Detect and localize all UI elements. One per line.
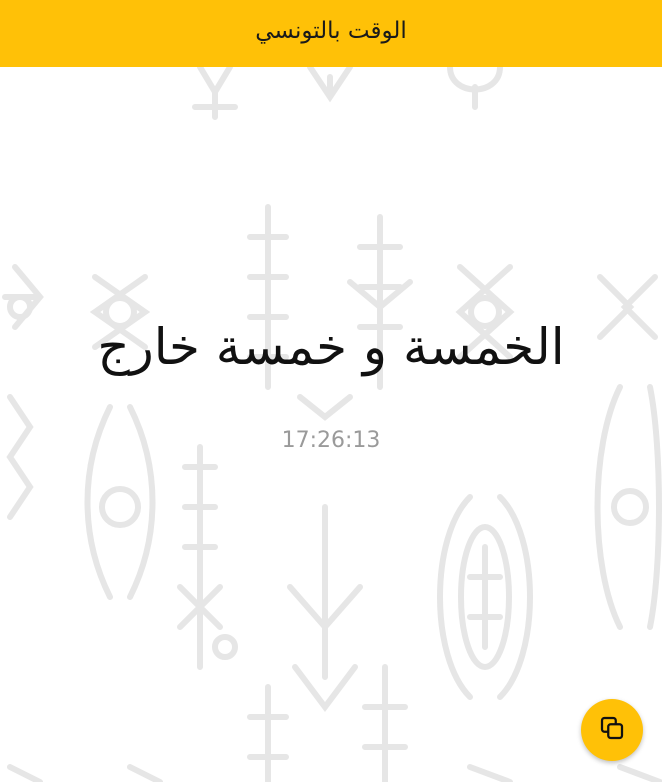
app-title: الوقت بالتونسي	[255, 17, 407, 44]
copy-button[interactable]	[581, 699, 643, 761]
time-phrase: الخمسة و خمسة خارج	[97, 318, 565, 376]
berber-pattern-background	[0, 67, 662, 782]
copy-icon	[597, 713, 627, 747]
digital-clock: 17:26:13	[281, 428, 381, 453]
app-bar: الوقت بالتونسي	[0, 0, 662, 67]
